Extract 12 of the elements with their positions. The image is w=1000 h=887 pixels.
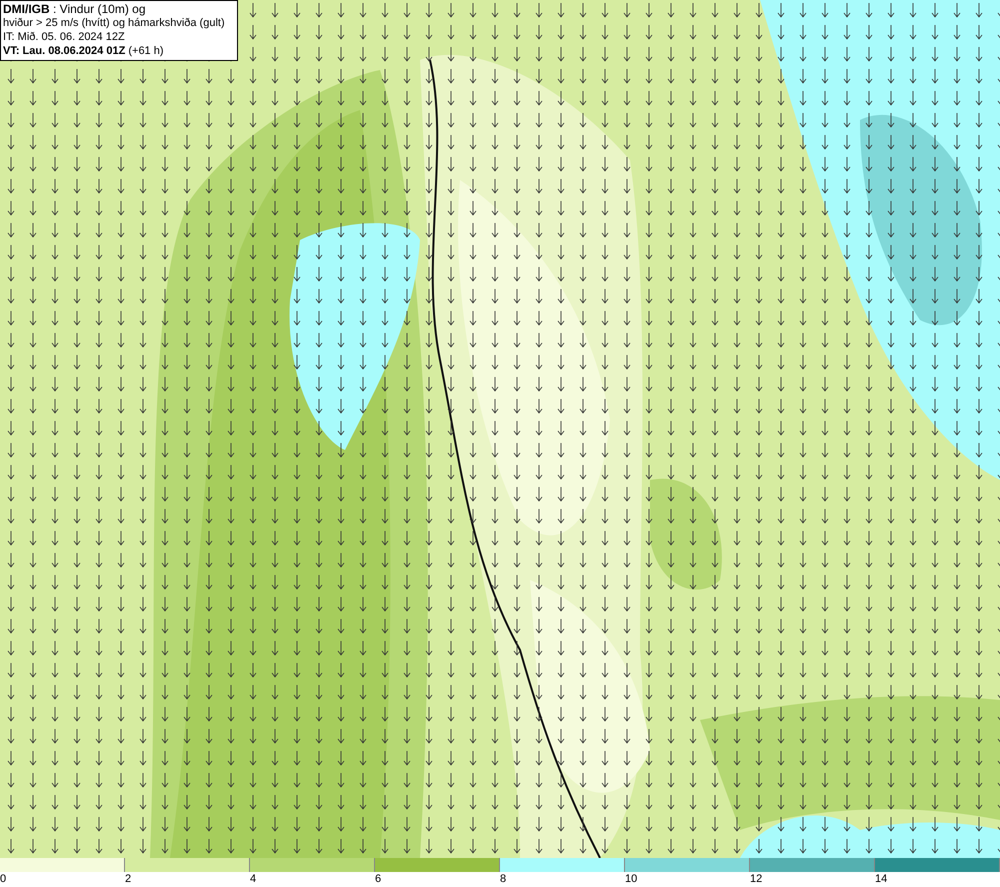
info-text: hviður > 25 m/s (hvítt) og hámarkshviða (gult) (3, 16, 225, 30)
legend-label: 6 (375, 872, 382, 886)
legend-label: 8 (500, 872, 506, 886)
info-text: IT: Mið. 05. 06. 2024 12Z (3, 30, 125, 44)
legend-label: 10 (625, 872, 638, 886)
legend-label: 2 (125, 872, 132, 886)
legend-label: 0 (0, 872, 6, 886)
legend-label: 4 (250, 872, 256, 886)
legend-label: 14 (875, 872, 888, 886)
legend-label: 12 (750, 872, 762, 886)
info-text: DMI/IGB : Vindur (10m) og (3, 2, 146, 16)
info-text: VT: Lau. 08.06.2024 01Z (+61 h) (3, 44, 164, 58)
